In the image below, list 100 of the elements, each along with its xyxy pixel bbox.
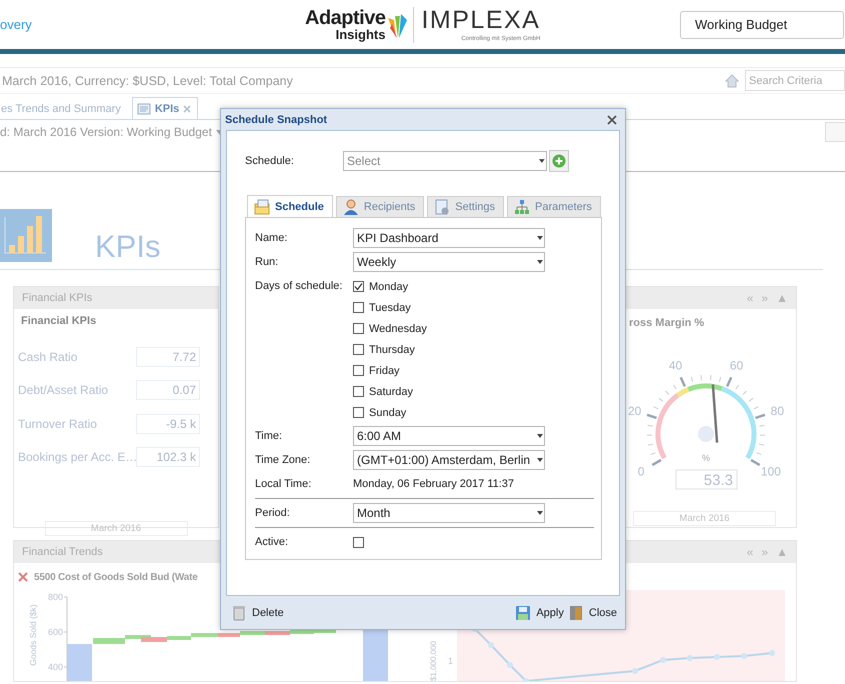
kpi-value: 7.72 [136, 346, 200, 366]
gauge-tick-label: 20 [628, 404, 642, 418]
checkbox[interactable] [353, 323, 364, 334]
field-label: Time Zone: [255, 454, 312, 466]
tab[interactable]: Recipients [336, 196, 424, 217]
dropdown[interactable]: Weekly [353, 252, 545, 272]
delete-button[interactable]: Delete [229, 602, 286, 622]
collapse-button[interactable]: ▲ [776, 545, 788, 559]
axis-tick-label: 1 [448, 656, 454, 666]
close-button[interactable]: Close [566, 602, 619, 622]
tab[interactable]: Settings [427, 196, 504, 217]
dropdown[interactable]: (GMT+01:00) Amsterdam, Berlin [353, 450, 545, 470]
field-label: Run: [255, 256, 280, 268]
checkbox-label: Monday [369, 280, 408, 292]
checkbox-label: Friday [369, 364, 400, 376]
context-text: March 2016, Currency: $USD, Level: Total Company [2, 74, 293, 88]
axis-label: $1,000,000 [429, 640, 438, 681]
gauge-tick-label: 60 [730, 358, 744, 372]
period-label: March 2016 [633, 511, 776, 526]
checkbox[interactable] [353, 281, 364, 292]
gauge-tick-label: 40 [668, 358, 682, 372]
field-label: Time: [255, 430, 284, 442]
door-icon [568, 604, 584, 620]
document-icon [136, 102, 151, 116]
document-gear-icon [434, 199, 450, 215]
gauge-tick-label: 0 [638, 464, 644, 478]
field-label: Local Time: [255, 478, 312, 490]
logo-text: Adaptive [305, 8, 386, 28]
panel-subtitle: Financial KPIs [20, 314, 98, 329]
next-button[interactable]: » [761, 291, 768, 305]
version-field[interactable]: Working Budget [680, 10, 844, 38]
close-icon[interactable] [607, 114, 617, 124]
checkbox-label: Sunday [369, 406, 406, 418]
caret-icon [538, 157, 546, 165]
trash-icon [231, 604, 247, 620]
period-label: March 2016 [44, 521, 188, 536]
kpi-label: Cash Ratio [18, 350, 78, 364]
kpi-label: Turnover Ratio [18, 416, 98, 430]
field-label: Name: [255, 232, 288, 244]
hierarchy-icon [514, 199, 530, 215]
previous-button[interactable]: « [746, 545, 754, 559]
panel-title: Financial Trends [22, 546, 103, 558]
collapse-button[interactable]: ▲ [776, 291, 788, 305]
dropdown[interactable]: 6:00 AM [353, 426, 545, 446]
kpi-label: Debt/Asset Ratio [18, 383, 110, 397]
tab[interactable]: Schedule [247, 195, 333, 217]
field-label: Active: [255, 536, 290, 548]
field-value: Monday, 06 February 2017 11:37 [353, 478, 514, 490]
checkbox[interactable] [353, 536, 364, 548]
kpi-value: 0.07 [136, 380, 200, 400]
field-label: Schedule: [245, 155, 295, 167]
checkbox-label: Thursday [369, 344, 415, 356]
chart-title: 5500 Cost of Goods Sold Bud (Wate [34, 572, 198, 582]
tab[interactable]: KPIs [132, 97, 198, 119]
checkbox-label: Wednesday [369, 322, 427, 334]
plus-icon [552, 154, 566, 168]
checkbox[interactable] [353, 386, 364, 397]
dialog-title: Schedule Snapshot [225, 114, 328, 126]
gauge-tick-label: 100 [760, 464, 781, 478]
page-title: KPIs [95, 229, 160, 265]
checkbox[interactable] [353, 302, 364, 313]
caret-icon [536, 456, 544, 464]
axis-tick-label: 800 [48, 592, 63, 602]
logo-text: IMPLEXA [421, 8, 540, 32]
previous-button[interactable]: « [746, 291, 754, 305]
gauge-tick-label: 80 [770, 404, 784, 418]
tab[interactable]: Parameters [507, 196, 601, 217]
close-icon[interactable] [18, 572, 28, 582]
checkbox[interactable] [353, 344, 364, 355]
checkbox-label: Saturday [369, 386, 414, 398]
gauge-unit: % [702, 453, 710, 463]
waterfall-bar [363, 628, 388, 681]
caret-icon [536, 509, 544, 517]
kpi-value: 102.3 k [136, 447, 200, 467]
axis-label: Goods Sold ($k) [28, 604, 38, 666]
tab[interactable]: es Trends and Summary [0, 97, 128, 119]
folder-icon [254, 198, 270, 214]
apply-button[interactable]: Apply [513, 602, 566, 622]
kpi-label: Bookings per Acc. E… [18, 450, 136, 464]
dropdown[interactable]: Month [353, 503, 545, 523]
logo-text: Insights [336, 28, 386, 41]
panel-subtitle: ross Margin % [628, 316, 706, 331]
next-button[interactable]: » [761, 545, 768, 559]
field-label: Period: [255, 507, 291, 519]
person-icon [342, 199, 359, 215]
link[interactable]: overy [0, 16, 32, 32]
checkbox-label: Tuesday [369, 302, 411, 314]
dropdown[interactable]: KPI Dashboard [353, 228, 545, 248]
bar-chart-icon [0, 209, 52, 262]
axis-tick-label: 400 [48, 662, 63, 672]
checkbox[interactable] [353, 365, 364, 376]
axis-tick-label: 600 [48, 627, 63, 637]
kpi-value: -9.5 k [136, 414, 200, 434]
search-field[interactable]: Search Criteria [746, 71, 844, 90]
check-icon [354, 282, 363, 291]
checkbox[interactable] [353, 407, 364, 418]
add-button[interactable] [549, 150, 569, 172]
caret-icon [536, 258, 544, 266]
caret-icon [536, 432, 544, 440]
filter-text: d: March 2016 Version: Working Budget [0, 125, 212, 139]
